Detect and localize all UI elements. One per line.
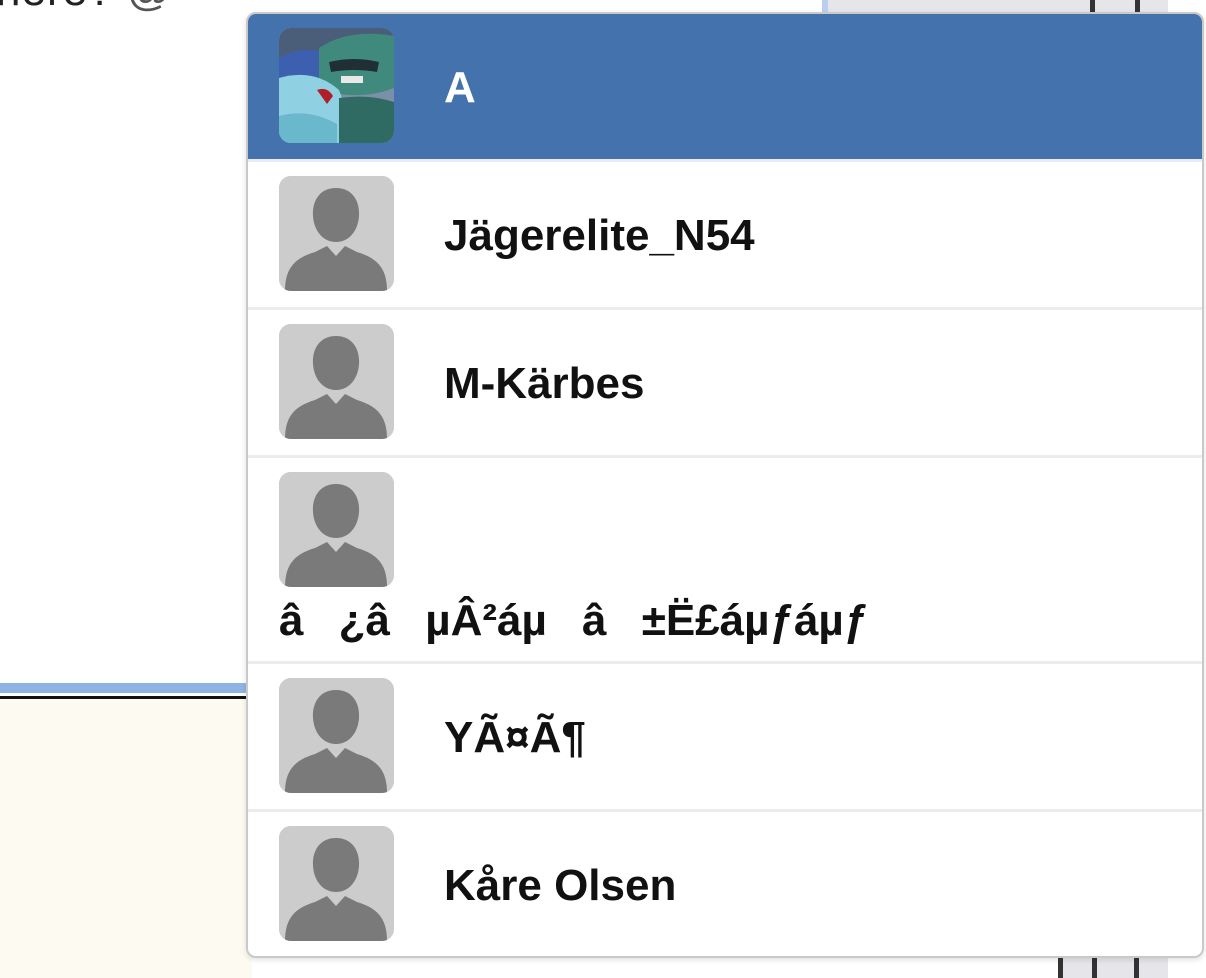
- mention-option-selected[interactable]: A: [248, 14, 1202, 162]
- background-text: here?: [0, 0, 114, 15]
- default-user-icon: [279, 324, 394, 439]
- car-photo-avatar: [279, 28, 394, 143]
- default-user-icon: [279, 826, 394, 941]
- background-text-fragment: here? @: [0, 0, 172, 16]
- default-user-icon: [279, 176, 394, 291]
- page: here? @: [0, 0, 1206, 978]
- mention-username: M-Kärbes: [444, 359, 645, 408]
- mention-option[interactable]: Jägerelite_N54: [248, 162, 1202, 310]
- mention-option[interactable]: M-Kärbes: [248, 310, 1202, 458]
- toolbar-separator: [1092, 958, 1097, 978]
- toolbar-separator: [1058, 958, 1063, 978]
- mention-username: â¿âµÂ²áµâ±Ë£áµƒáµƒ: [279, 596, 869, 645]
- background-toolbar-fragment-bottom: [1058, 958, 1168, 978]
- at-symbol: @: [127, 0, 173, 15]
- toolbar-separator: [1134, 958, 1139, 978]
- default-user-icon: [279, 472, 394, 587]
- mention-username: Jägerelite_N54: [444, 211, 755, 260]
- mention-autocomplete-dropdown: A Jägerelite_N54 M-Kärbes: [246, 12, 1204, 958]
- mention-username: A: [444, 63, 476, 112]
- mention-option[interactable]: Kåre Olsen: [248, 812, 1202, 956]
- mention-username: YÃ¤Ã¶: [444, 713, 586, 762]
- reply-editor-area[interactable]: [0, 699, 252, 978]
- mention-option[interactable]: â¿âµÂ²áµâ±Ë£áµƒáµƒ: [248, 458, 1202, 664]
- default-user-icon: [279, 678, 394, 793]
- editor-focus-border: [0, 683, 252, 693]
- mention-username: Kåre Olsen: [444, 861, 677, 910]
- car-photo-icon: [279, 28, 394, 143]
- mention-option[interactable]: YÃ¤Ã¶: [248, 664, 1202, 812]
